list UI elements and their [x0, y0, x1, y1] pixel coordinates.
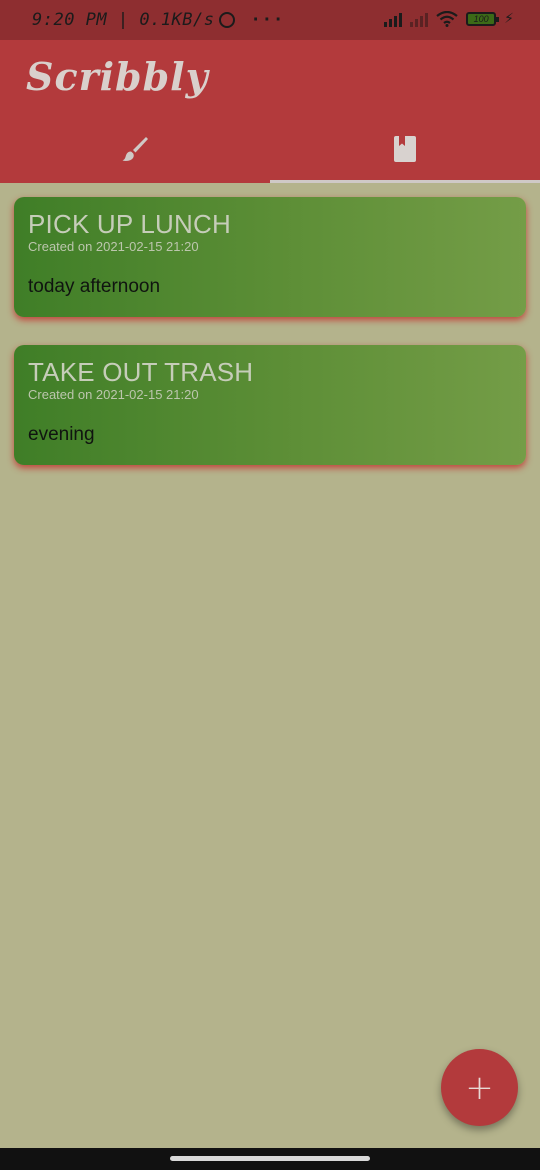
status-left: 9:20 PM | 0.1KB/s ··· [32, 10, 284, 30]
status-bar: 9:20 PM | 0.1KB/s ··· 100 ⚡ [0, 0, 540, 40]
signal-strength-icon [384, 11, 403, 27]
system-nav-bar [0, 1148, 540, 1170]
wifi-icon [436, 10, 458, 27]
battery-icon: 100 [466, 11, 500, 26]
status-time-speed: 9:20 PM | 0.1KB/s [32, 10, 215, 30]
add-note-button[interactable]: + [441, 1049, 518, 1126]
note-body: today afternoon [28, 276, 161, 297]
note-created-date: Created on 2021-02-15 21:20 [28, 239, 199, 254]
note-card[interactable]: TAKE OUT TRASH Created on 2021-02-15 21:… [14, 345, 526, 465]
home-gesture-handle[interactable] [170, 1156, 370, 1161]
paintbrush-icon [122, 137, 148, 161]
selected-tab-indicator [270, 180, 540, 183]
app-title: Scribbly [26, 54, 209, 99]
tab-notes[interactable] [270, 130, 540, 183]
app-bar: Scribbly [0, 40, 540, 183]
note-title: PICK UP LUNCH [28, 209, 231, 239]
plus-icon: + [465, 1067, 494, 1108]
tab-draw[interactable] [0, 130, 270, 183]
status-right: 100 ⚡ [384, 10, 514, 27]
note-title: TAKE OUT TRASH [28, 357, 254, 387]
more-notifications-icon: ··· [250, 10, 285, 30]
charging-icon: ⚡ [504, 10, 514, 26]
signal-strength-secondary-icon [410, 11, 429, 27]
whatsapp-icon [218, 12, 235, 28]
screen: 9:20 PM | 0.1KB/s ··· 100 ⚡ Scribbly PIC… [0, 0, 540, 1170]
note-card[interactable]: PICK UP LUNCH Created on 2021-02-15 21:2… [14, 197, 526, 317]
notebook-icon [394, 136, 416, 162]
note-body: evening [28, 424, 95, 445]
note-created-date: Created on 2021-02-15 21:20 [28, 387, 199, 402]
